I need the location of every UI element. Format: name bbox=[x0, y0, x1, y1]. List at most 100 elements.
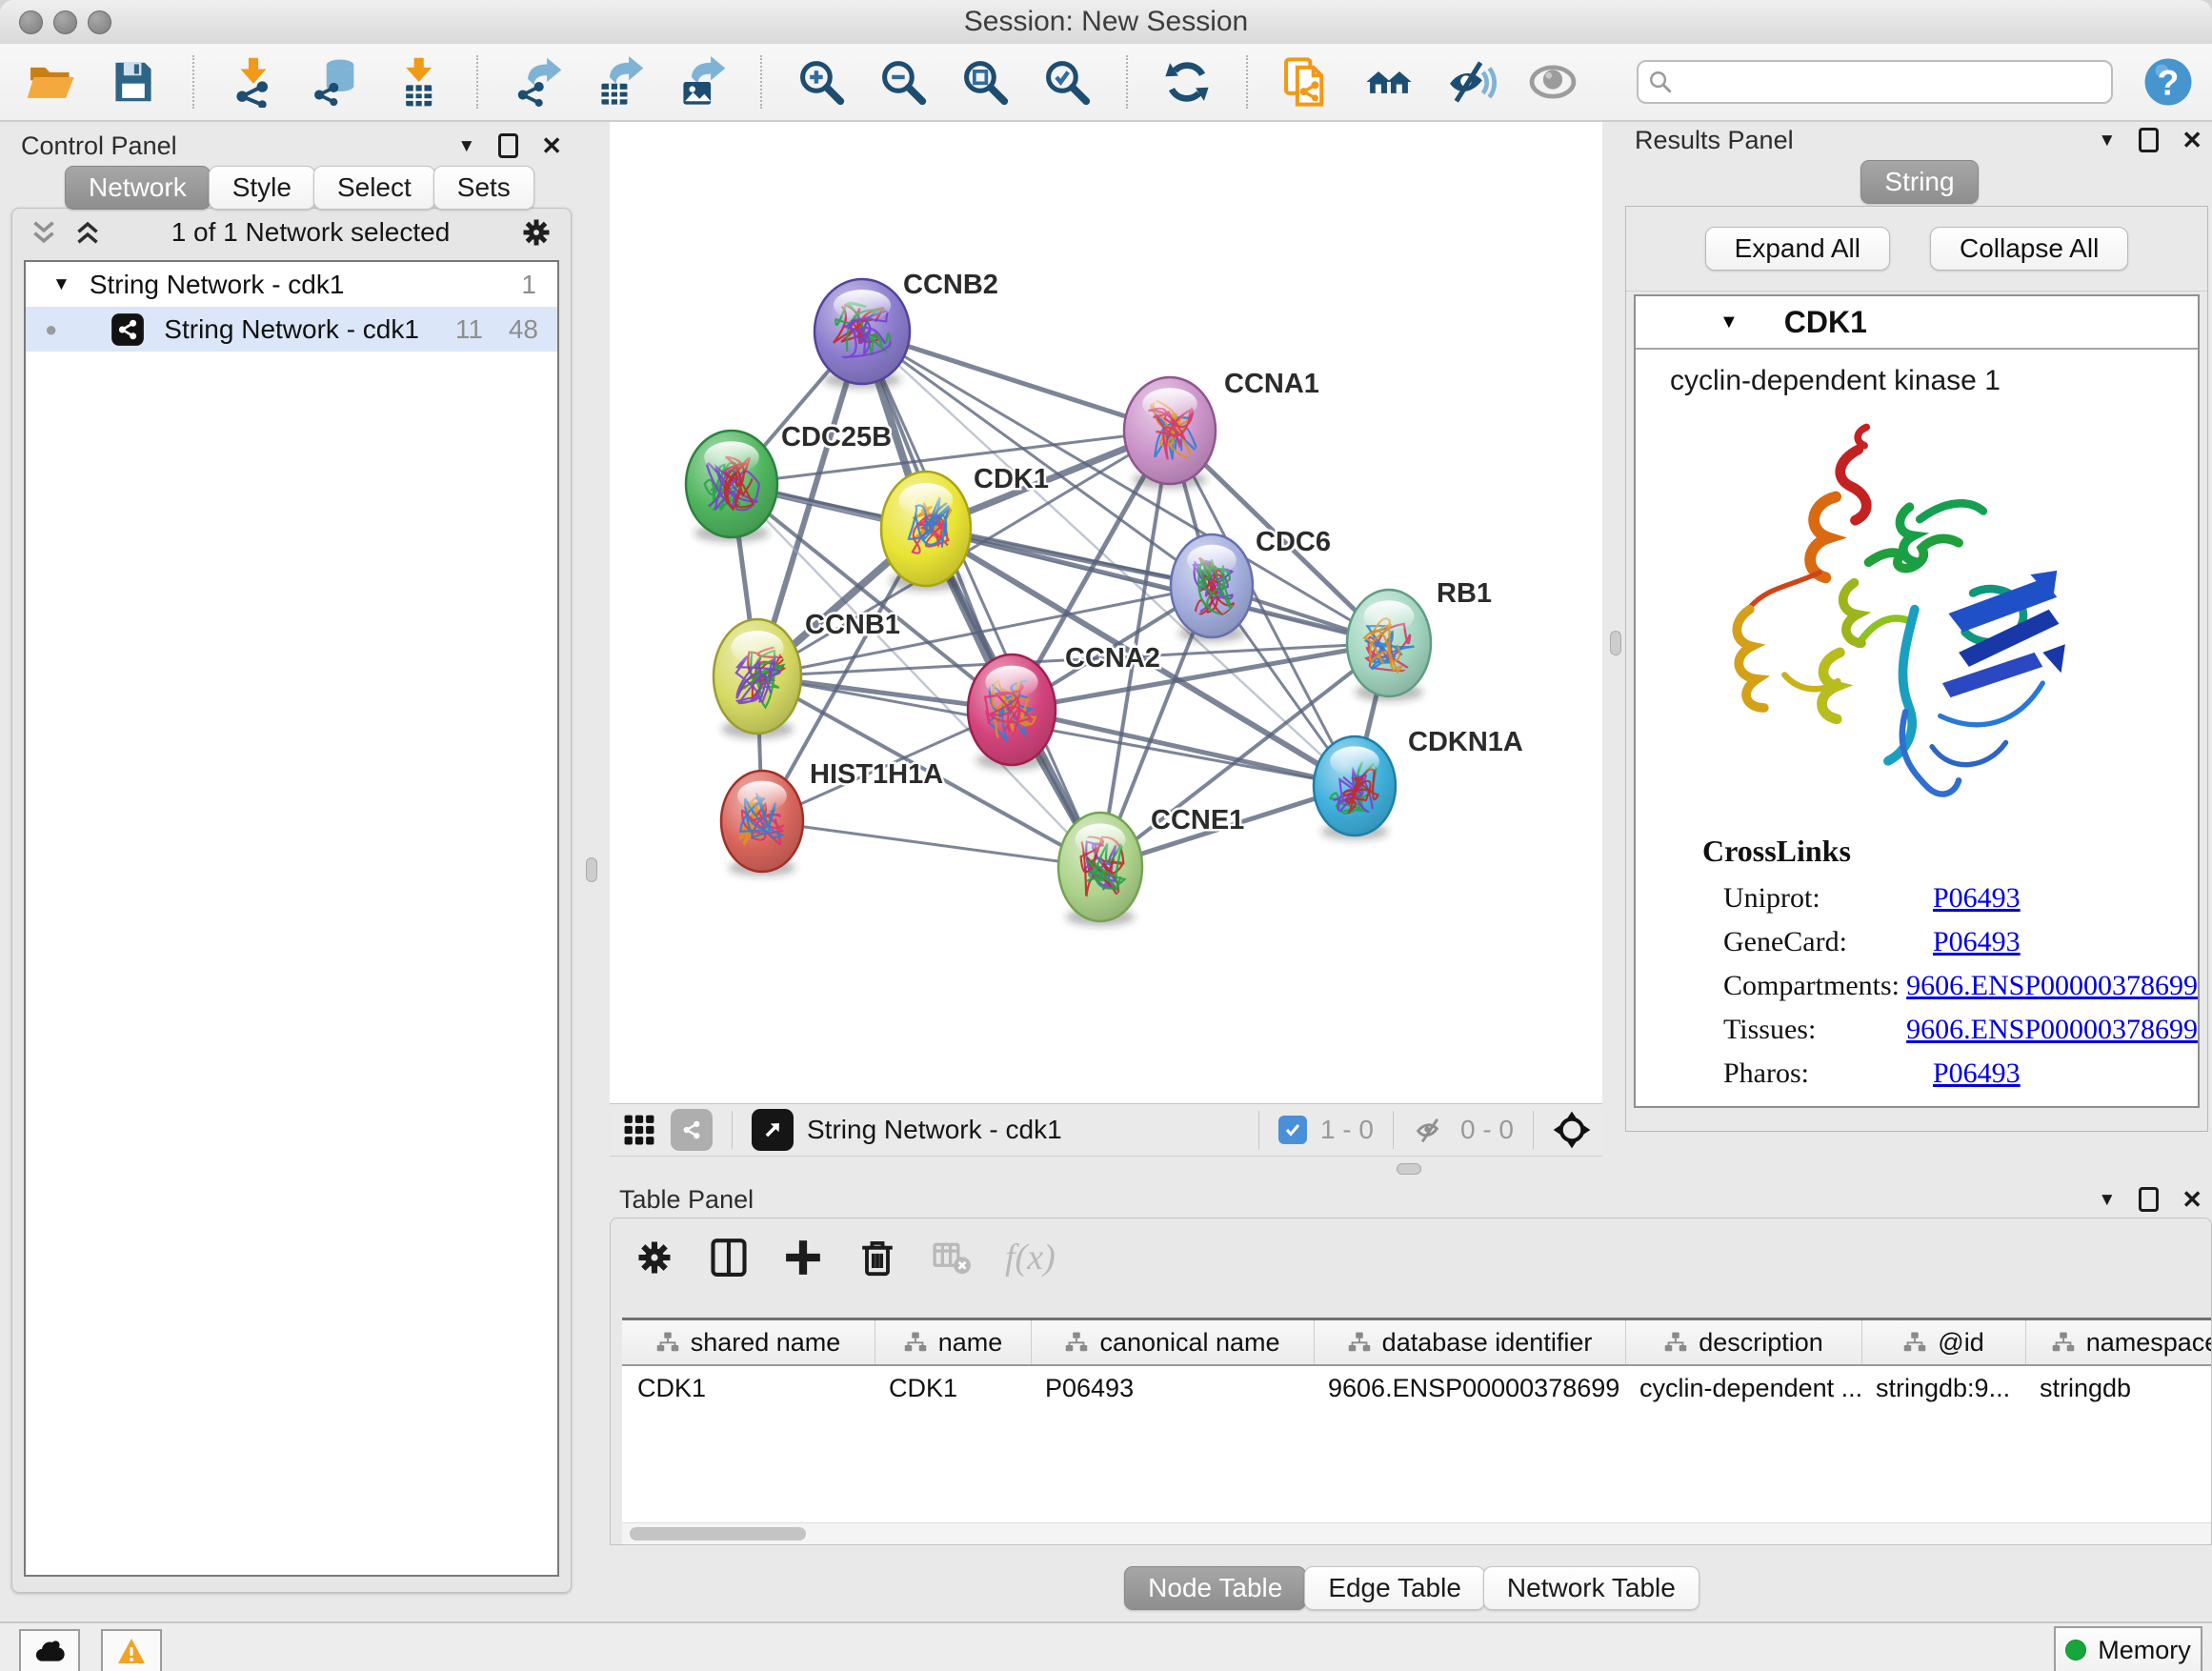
search-field bbox=[1637, 60, 2113, 104]
tissues-link[interactable]: 9606.ENSP00000378699 bbox=[1906, 1014, 2198, 1046]
panel-float-icon[interactable] bbox=[2139, 1187, 2159, 1212]
zoom-in-icon[interactable] bbox=[794, 55, 848, 109]
column-header-shared-name[interactable]: shared name bbox=[622, 1320, 875, 1364]
column-header-database-identifier[interactable]: database identifier bbox=[1315, 1320, 1626, 1364]
export-table-icon[interactable] bbox=[593, 55, 646, 109]
network-share-button[interactable] bbox=[671, 1109, 713, 1151]
node-label: CDKN1A bbox=[1408, 727, 1523, 757]
network-type-icon bbox=[111, 312, 145, 347]
crosslink-row: Pharos: P06493 bbox=[1636, 1052, 2198, 1096]
table-row[interactable]: CDK1 CDK1 P06493 9606.ENSP00000378699 cy… bbox=[622, 1366, 2211, 1410]
import-network-from-database-icon[interactable] bbox=[309, 55, 362, 109]
panel-float-icon[interactable] bbox=[498, 133, 518, 158]
add-column-icon[interactable] bbox=[782, 1237, 824, 1278]
tab-string[interactable]: String bbox=[1860, 160, 1978, 204]
locate-network-crosshair-icon[interactable] bbox=[1553, 1111, 1591, 1149]
control-panel-title: Control Panel bbox=[21, 131, 177, 161]
genecard-link[interactable]: P06493 bbox=[1933, 926, 2021, 958]
scrollbar-thumb[interactable] bbox=[630, 1527, 806, 1540]
export-network-icon[interactable] bbox=[511, 55, 564, 109]
section-caret-icon[interactable]: ▼ bbox=[1719, 312, 1739, 333]
node-label: CDC25B bbox=[781, 422, 892, 453]
column-header-description[interactable]: description bbox=[1626, 1320, 1862, 1364]
cloud-status-button[interactable] bbox=[19, 1629, 80, 1671]
network-collection-label: String Network - cdk1 bbox=[90, 270, 345, 300]
tab-style[interactable]: Style bbox=[209, 166, 315, 210]
zoom-out-icon[interactable] bbox=[876, 55, 930, 109]
memory-button[interactable]: Memory bbox=[2054, 1626, 2202, 1671]
panel-menu-icon[interactable]: ▼ bbox=[2098, 131, 2116, 150]
refresh-view-icon[interactable] bbox=[1160, 55, 1214, 109]
gene-section-header[interactable]: ▼ CDK1 bbox=[1636, 296, 2198, 350]
maximize-window-icon[interactable] bbox=[88, 10, 111, 34]
panel-menu-icon[interactable]: ▼ bbox=[2098, 1191, 2116, 1209]
toolbar-separator bbox=[476, 55, 478, 109]
tab-select[interactable]: Select bbox=[313, 166, 435, 210]
right-splitter-handle[interactable] bbox=[1610, 631, 1621, 655]
panel-close-icon[interactable]: ✕ bbox=[541, 133, 562, 158]
horizontal-scrollbar[interactable] bbox=[622, 1522, 2211, 1544]
delete-table-icon-disabled bbox=[931, 1237, 973, 1278]
toolbar-separator bbox=[1246, 55, 1248, 109]
expand-all-networks-icon[interactable] bbox=[73, 219, 102, 246]
network-edge[interactable] bbox=[762, 821, 1100, 867]
zoom-selected-icon[interactable] bbox=[1040, 55, 1094, 109]
view-grid-icon[interactable] bbox=[621, 1112, 657, 1148]
tab-sets[interactable]: Sets bbox=[433, 166, 534, 210]
subnetwork-count: 1 bbox=[521, 270, 536, 300]
pharos-link[interactable]: P06493 bbox=[1933, 1057, 2021, 1090]
memory-label: Memory bbox=[2098, 1636, 2191, 1665]
import-network-from-file-icon[interactable] bbox=[227, 55, 280, 109]
column-header-canonical-name[interactable]: canonical name bbox=[1032, 1320, 1315, 1364]
edge-count: 48 bbox=[483, 314, 538, 345]
network-edge[interactable] bbox=[1012, 710, 1355, 786]
show-graphics-details-icon[interactable] bbox=[1444, 55, 1498, 109]
show-columns-icon[interactable] bbox=[708, 1237, 750, 1278]
network-row[interactable]: ● String Network - cdk1 11 48 bbox=[26, 307, 557, 352]
import-table-from-file-icon[interactable] bbox=[391, 55, 444, 109]
uniprot-link[interactable]: P06493 bbox=[1933, 882, 2021, 915]
warnings-button[interactable] bbox=[101, 1629, 162, 1671]
panel-menu-icon[interactable]: ▼ bbox=[457, 137, 475, 155]
column-header-namespace[interactable]: namespace bbox=[2026, 1320, 2211, 1364]
network-collection-row[interactable]: ▼ String Network - cdk1 1 bbox=[26, 262, 557, 307]
control-panel: Control Panel ▼ ✕ Network Style Select S… bbox=[11, 128, 572, 1597]
column-header-name[interactable]: name bbox=[875, 1320, 1032, 1364]
table-options-gear-icon[interactable] bbox=[633, 1237, 675, 1278]
compartments-link[interactable]: 9606.ENSP00000378699 bbox=[1906, 970, 2198, 1002]
return-to-gallery-icon[interactable] bbox=[1362, 55, 1416, 109]
node-label: HIST1H1A bbox=[810, 759, 943, 790]
function-builder-icon-disabled: f(x) bbox=[1005, 1237, 1056, 1278]
panel-float-icon[interactable] bbox=[2139, 128, 2159, 152]
close-window-icon[interactable] bbox=[19, 10, 43, 34]
tab-node-table[interactable]: Node Table bbox=[1124, 1566, 1306, 1610]
node-label: CCNA2 bbox=[1065, 643, 1160, 674]
export-image-icon[interactable] bbox=[674, 55, 728, 109]
birds-eye-view-button[interactable] bbox=[752, 1109, 794, 1151]
panel-close-icon[interactable]: ✕ bbox=[2182, 128, 2202, 152]
network-options-gear-icon[interactable] bbox=[519, 215, 553, 250]
left-splitter-handle[interactable] bbox=[586, 857, 597, 882]
search-input[interactable] bbox=[1637, 60, 2113, 104]
minimize-window-icon[interactable] bbox=[53, 10, 77, 34]
expand-all-button[interactable]: Expand All bbox=[1705, 227, 1890, 271]
selected-nodes-checkbox-icon[interactable] bbox=[1278, 1116, 1307, 1144]
panel-close-icon[interactable]: ✕ bbox=[2182, 1187, 2202, 1212]
collapse-all-networks-icon[interactable] bbox=[30, 219, 58, 246]
crosslinks-title: CrossLinks bbox=[1636, 818, 2198, 876]
clone-network-icon[interactable] bbox=[1280, 55, 1334, 109]
help-icon[interactable]: ? bbox=[2142, 55, 2195, 109]
save-session-icon[interactable] bbox=[107, 55, 160, 109]
column-header-id[interactable]: @id bbox=[1862, 1320, 2026, 1364]
horizontal-splitter-handle[interactable] bbox=[1397, 1163, 1421, 1175]
collection-caret-icon[interactable]: ▼ bbox=[52, 274, 70, 295]
open-session-icon[interactable] bbox=[25, 55, 78, 109]
tab-edge-table[interactable]: Edge Table bbox=[1304, 1566, 1485, 1610]
hidden-count: 0 - 0 bbox=[1460, 1115, 1514, 1145]
tab-network[interactable]: Network bbox=[65, 166, 211, 210]
delete-column-icon[interactable] bbox=[856, 1237, 898, 1278]
tab-network-table[interactable]: Network Table bbox=[1483, 1566, 1699, 1610]
zoom-fit-icon[interactable] bbox=[958, 55, 1012, 109]
collapse-all-button[interactable]: Collapse All bbox=[1930, 227, 2128, 271]
network-canvas[interactable]: CCNB2CCNA1CDC25BCDK1CDC6RB1CCNB1CCNA2CDK… bbox=[610, 122, 1602, 1105]
